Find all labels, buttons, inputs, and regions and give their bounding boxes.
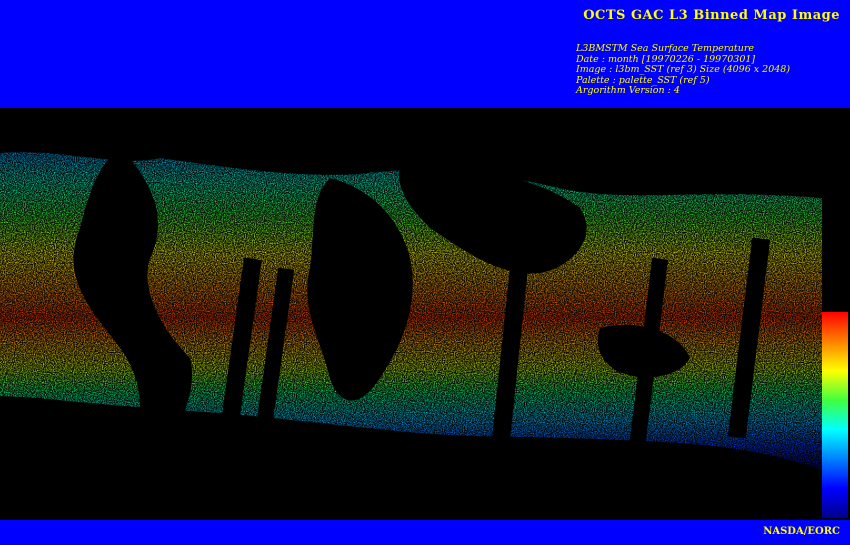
- landmass-antarctica: [0, 493, 822, 520]
- sst-map: [0, 108, 822, 520]
- footer-banner: NASDA/EORC: [0, 520, 850, 545]
- metadata-product: L3BMSTM Sea Surface Temperature: [576, 43, 755, 54]
- sst-map-canvas: [0, 148, 822, 520]
- header-banner: OCTS GAC L3 Binned Map Image L3BMSTM Sea…: [0, 0, 850, 108]
- image-title: OCTS GAC L3 Binned Map Image: [583, 8, 840, 23]
- credit-label: NASDA/EORC: [763, 526, 840, 537]
- image-metadata: L3BMSTM Sea Surface Temperature Date : m…: [576, 43, 790, 97]
- metadata-algorithm: Argorithm Version : 4: [576, 85, 680, 97]
- color-scale-bar: [822, 312, 848, 518]
